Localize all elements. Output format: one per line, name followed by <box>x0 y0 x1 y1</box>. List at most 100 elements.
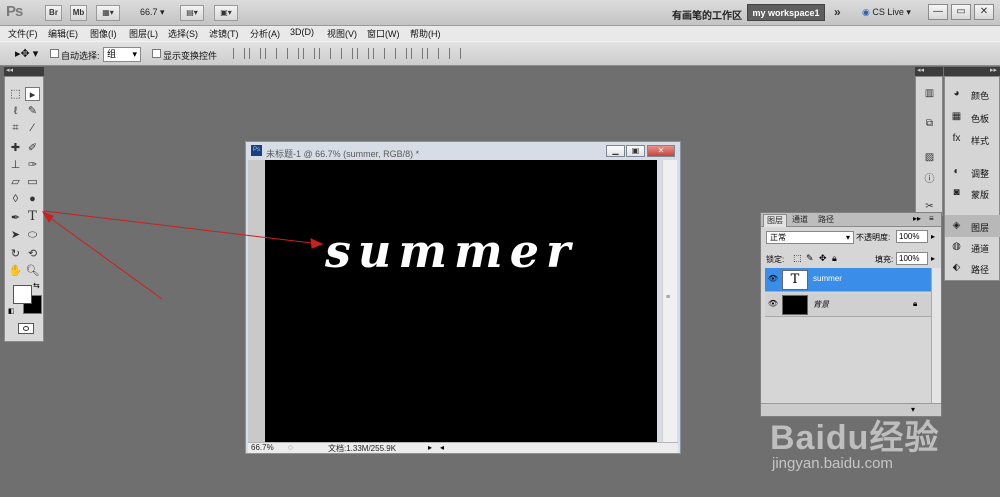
swatches-panel-icon[interactable]: ▦ <box>949 110 964 124</box>
panel-collapse-icon[interactable]: ▸▸ <box>913 214 921 223</box>
3d-orbit-tool-icon[interactable]: ⟲ <box>25 247 40 261</box>
eraser-tool-icon[interactable]: ▱ <box>8 175 23 189</box>
eyedropper-tool-icon[interactable]: ⁄ <box>25 121 40 135</box>
lasso-tool-icon[interactable]: ℓ <box>8 104 23 118</box>
lock-transparent-icon[interactable]: ⬚ <box>793 253 802 264</box>
auto-select-checkbox[interactable] <box>50 49 59 58</box>
tool-preset-picker[interactable]: ▸✥ ▾ <box>15 47 38 60</box>
more-workspaces-icon[interactable]: » <box>834 5 841 19</box>
cs-live-button[interactable]: ◉ CS Live ▾ <box>862 7 911 18</box>
move-tool-icon[interactable]: ▸ <box>25 87 40 101</box>
dock-collapsed-header[interactable]: ◂◂ <box>915 67 943 76</box>
zoom-status[interactable]: 66.7% <box>251 443 274 452</box>
layers-scrollbar[interactable] <box>931 268 941 403</box>
history-brush-tool-icon[interactable]: ✑ <box>25 158 40 172</box>
swap-colors-icon[interactable]: ⇆ <box>33 281 40 290</box>
color-panel-icon[interactable]: ◕ <box>949 87 964 101</box>
auto-align-icon[interactable] <box>449 48 461 59</box>
mini-bridge-button[interactable]: Mb <box>70 5 87 21</box>
layers-panel-label[interactable]: 图层 <box>971 221 989 234</box>
hand-tool-icon[interactable]: ✋ <box>8 264 23 278</box>
default-colors-icon[interactable]: ◧ <box>8 307 15 315</box>
ellipse-tool-icon[interactable]: ⬭ <box>25 228 40 242</box>
align-vcenter-icon[interactable] <box>249 48 261 59</box>
status-menu-arrow-icon[interactable]: ▸ <box>428 443 432 452</box>
tab-layers[interactable]: 图层 <box>763 214 787 227</box>
blur-tool-icon[interactable]: ◊ <box>8 192 23 206</box>
menu-select[interactable]: 选择(S) <box>168 27 198 40</box>
close-button[interactable]: ✕ <box>974 4 994 20</box>
align-hcenter-icon[interactable] <box>303 48 315 59</box>
history-panel-icon[interactable]: ⧉ <box>922 117 937 131</box>
align-left-icon[interactable] <box>287 48 299 59</box>
panel-menu-icon[interactable]: ≡ <box>929 214 934 223</box>
dock-panels-header[interactable]: ▸▸ <box>944 67 1000 76</box>
lock-image-icon[interactable]: ✎ <box>806 253 814 264</box>
distribute-bottom-icon[interactable] <box>373 48 385 59</box>
canvas-text-layer[interactable]: summer <box>325 224 577 278</box>
channels-panel-label[interactable]: 通道 <box>971 242 989 255</box>
auto-select-dropdown[interactable]: 组 ▾ <box>103 47 141 62</box>
layer-row-background[interactable]: 👁︎ 背景 🔒︎ <box>765 293 931 317</box>
styles-panel-label[interactable]: 样式 <box>971 134 989 147</box>
visibility-eye-icon[interactable]: 👁︎ <box>767 274 779 284</box>
paths-panel-icon[interactable]: ⬖ <box>949 261 964 275</box>
lock-all-icon[interactable]: 🔒︎ <box>832 253 837 264</box>
distribute-right-icon[interactable] <box>427 48 439 59</box>
quick-mask-icon[interactable] <box>18 323 34 334</box>
gradient-tool-icon[interactable]: ▭ <box>25 175 40 189</box>
swatches-panel-label[interactable]: 色板 <box>971 112 989 125</box>
align-top-icon[interactable] <box>233 48 245 59</box>
color-panel-label[interactable]: 颜色 <box>971 89 989 102</box>
visibility-eye-icon[interactable]: 👁︎ <box>767 299 779 309</box>
tab-paths[interactable]: 路径 <box>815 214 837 227</box>
document-maximize-button[interactable]: ▣ <box>626 145 645 157</box>
type-tool-icon[interactable]: T <box>25 210 40 224</box>
document-title[interactable]: 未标题-1 @ 66.7% (summer, RGB/8) * <box>266 147 419 160</box>
screen-mode-button[interactable]: ▣▾ <box>214 5 238 21</box>
menu-analysis[interactable]: 分析(A) <box>250 27 280 40</box>
minimize-button[interactable]: — <box>928 4 948 20</box>
lock-position-icon[interactable]: ✥ <box>819 253 827 264</box>
pen-tool-icon[interactable]: ✒ <box>8 211 23 225</box>
menu-layer[interactable]: 图层(L) <box>129 27 158 40</box>
menu-view[interactable]: 视图(V) <box>327 27 357 40</box>
menu-3d[interactable]: 3D(D) <box>290 27 314 37</box>
tab-channels[interactable]: 通道 <box>789 214 811 227</box>
marquee-tool-icon[interactable]: ⬚ <box>8 87 23 101</box>
menu-edit[interactable]: 编辑(E) <box>48 27 78 40</box>
crop-tool-icon[interactable]: ⌗ <box>8 121 23 135</box>
layer-name[interactable]: summer <box>813 274 842 283</box>
bridge-button[interactable]: Br <box>45 5 62 21</box>
workspace-label[interactable]: 有画笔的工作区 <box>672 7 742 22</box>
show-transform-checkbox[interactable] <box>152 49 161 58</box>
masks-panel-icon[interactable]: ◙ <box>949 186 964 200</box>
blend-mode-dropdown[interactable]: 正常 ▾ <box>766 231 854 244</box>
dodge-tool-icon[interactable]: ● <box>25 192 40 206</box>
hscroll-left-arrow-icon[interactable]: ◂ <box>440 443 444 452</box>
menu-window[interactable]: 窗口(W) <box>367 27 400 40</box>
workspace-button[interactable]: my workspace1 <box>747 4 825 21</box>
distribute-left-icon[interactable] <box>395 48 407 59</box>
layer-name[interactable]: 背景 <box>813 299 829 310</box>
toolbox-header[interactable]: ◂◂ <box>4 67 44 76</box>
distribute-vcenter-icon[interactable] <box>357 48 369 59</box>
styles-panel-icon[interactable]: fx <box>949 132 964 146</box>
mini-bridge-panel-icon[interactable]: ▥ <box>922 87 937 101</box>
info-panel-icon[interactable]: ⓘ <box>922 173 937 187</box>
document-close-button[interactable]: ✕ <box>647 145 675 157</box>
adjustments-panel-icon[interactable]: ◐ <box>949 165 964 179</box>
clone-stamp-tool-icon[interactable]: ⊥ <box>8 158 23 172</box>
restore-button[interactable]: ▭ <box>951 4 971 20</box>
channels-panel-icon[interactable]: ◍ <box>949 240 964 254</box>
adjustments-panel-label[interactable]: 调整 <box>971 167 989 180</box>
navigator-panel-icon[interactable]: ▨ <box>922 151 937 165</box>
view-extras-button[interactable]: ▦▾ <box>96 5 120 21</box>
zoom-level-dropdown[interactable]: 66.7 ▾ <box>140 7 165 18</box>
distribute-hcenter-icon[interactable] <box>411 48 423 59</box>
foreground-color-swatch[interactable] <box>13 285 32 304</box>
arrange-documents-button[interactable]: ▤▾ <box>180 5 204 21</box>
menu-filter[interactable]: 滤镜(T) <box>209 27 239 40</box>
paths-panel-label[interactable]: 路径 <box>971 263 989 276</box>
vertical-scrollbar[interactable]: ≡ <box>662 160 677 442</box>
